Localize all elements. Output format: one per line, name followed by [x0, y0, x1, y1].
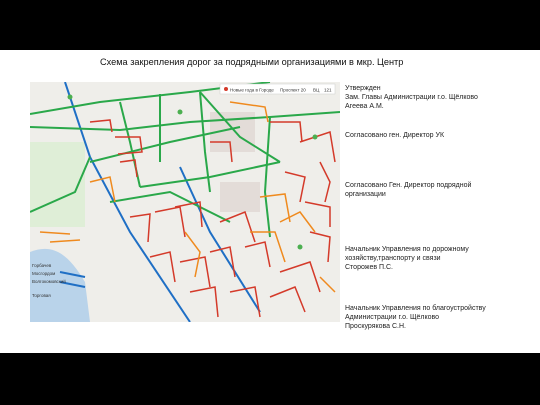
place-label: Мосгордом [32, 271, 55, 276]
slide-title: Схема закрепления дорог за подрядными ор… [100, 57, 404, 67]
legend-item: Проспект 20 [280, 88, 306, 93]
legend-item: 121 [324, 88, 332, 93]
poi-icon [67, 94, 73, 100]
approval-text: Согласовано ген. Директор УК [345, 132, 445, 139]
approval-text: Начальник Управления по благоустройству … [345, 305, 486, 330]
map-canvas: Новые года в Городе Проспект 20 ВЦ 121 Г… [30, 82, 340, 322]
approval-text: Утвержден Зам. Главы Администрации г.о. … [345, 85, 478, 110]
approval-text: Начальник Управления по дорожному хозяйс… [345, 246, 469, 271]
approval-text: Согласовано Ген. Директор подрядной орга… [345, 182, 472, 198]
place-label: Волгокомовский [32, 278, 66, 284]
building-block [220, 182, 260, 212]
poi-icon [312, 134, 318, 140]
poi-icon [297, 244, 303, 250]
legend-item: ВЦ [313, 88, 320, 93]
place-label: Торговая [32, 293, 51, 298]
legend-item: Новые года в Городе [230, 88, 274, 93]
poi-icon [177, 109, 183, 115]
road-map[interactable]: Новые года в Городе Проспект 20 ВЦ 121 Г… [30, 82, 340, 322]
place-label: Горбачев [32, 263, 52, 268]
park-area [30, 142, 85, 227]
legend-marker-icon [224, 87, 228, 91]
